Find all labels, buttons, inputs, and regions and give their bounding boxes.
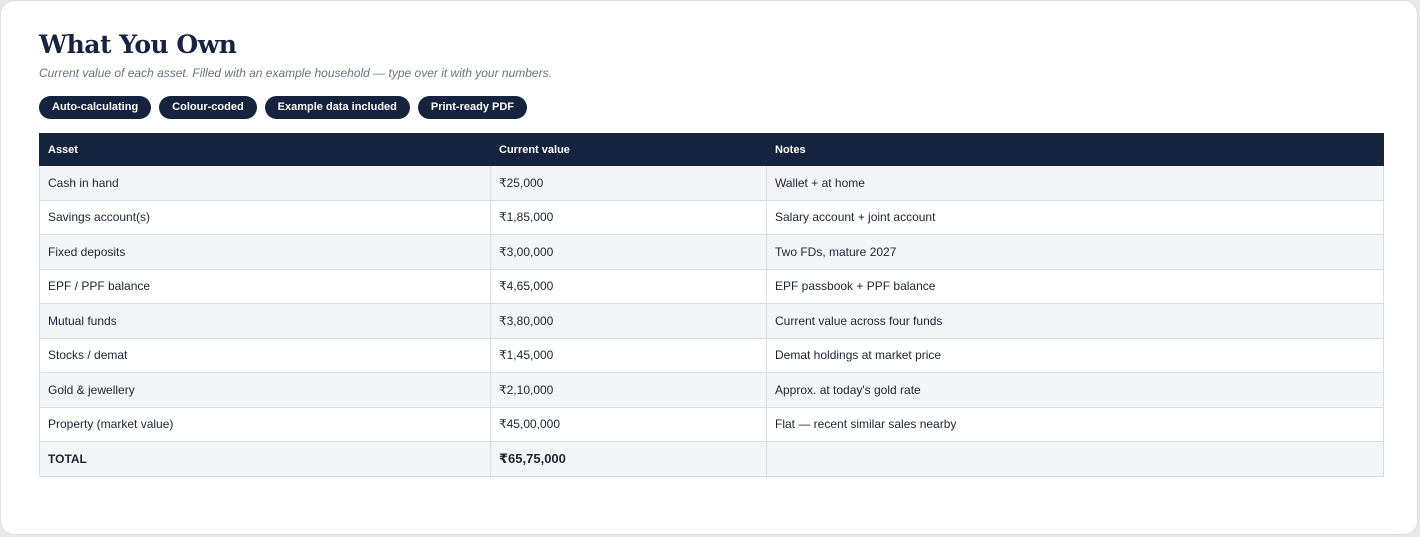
value-cell[interactable]: ₹2,10,000 [490,372,767,408]
badge-example-data: Example data included [264,96,410,119]
notes-cell[interactable]: EPF passbook + PPF balance [766,268,1384,304]
table-row: Cash in hand ₹25,000 Wallet + at home [39,165,1384,201]
notes-cell[interactable]: Two FDs, mature 2027 [766,234,1384,270]
asset-cell[interactable]: Fixed deposits [39,234,491,270]
table-row: EPF / PPF balance ₹4,65,000 EPF passbook… [39,268,1384,304]
header-row: Asset Current value Notes [39,133,1384,166]
asset-cell[interactable]: Savings account(s) [39,199,491,235]
notes-cell[interactable]: Wallet + at home [766,165,1384,201]
value-cell[interactable]: ₹4,65,000 [490,268,767,304]
value-cell[interactable]: ₹3,80,000 [490,303,767,339]
total-row: TOTAL ₹65,75,000 [39,441,1384,477]
total-label: TOTAL [39,441,491,477]
notes-cell[interactable]: Demat holdings at market price [766,337,1384,373]
table-header: Asset Current value Notes [39,133,1384,166]
table-row: Fixed deposits ₹3,00,000 Two FDs, mature… [39,234,1384,270]
value-cell[interactable]: ₹1,45,000 [490,337,767,373]
notes-cell[interactable]: Salary account + joint account [766,199,1384,235]
assets-table: Asset Current value Notes Cash in hand ₹… [39,133,1384,477]
table-body: Cash in hand ₹25,000 Wallet + at home Sa… [39,165,1384,442]
page-subtitle: Current value of each asset. Filled with… [39,66,552,80]
asset-cell[interactable]: Mutual funds [39,303,491,339]
asset-cell[interactable]: Gold & jewellery [39,372,491,408]
table-footer: TOTAL ₹65,75,000 [39,441,1384,477]
table-row: Gold & jewellery ₹2,10,000 Approx. at to… [39,372,1384,408]
table-row: Mutual funds ₹3,80,000 Current value acr… [39,303,1384,339]
asset-cell[interactable]: Stocks / demat [39,337,491,373]
badge-print-ready: Print-ready PDF [417,96,528,119]
table-row: Savings account(s) ₹1,85,000 Salary acco… [39,199,1384,235]
value-cell[interactable]: ₹45,00,000 [490,406,767,442]
notes-cell[interactable]: Current value across four funds [766,303,1384,339]
page-title: What You Own [39,30,237,59]
asset-cell[interactable]: Cash in hand [39,165,491,201]
asset-cell[interactable]: Property (market value) [39,406,491,442]
value-cell[interactable]: ₹3,00,000 [490,234,767,270]
total-notes [766,441,1384,477]
badge-auto-calculating: Auto-calculating [39,96,152,119]
notes-cell[interactable]: Flat — recent similar sales nearby [766,406,1384,442]
column-header-current-value: Current value [490,133,767,166]
table-row: Property (market value) ₹45,00,000 Flat … [39,406,1384,442]
table-row: Stocks / demat ₹1,45,000 Demat holdings … [39,337,1384,373]
value-cell[interactable]: ₹25,000 [490,165,767,201]
asset-cell[interactable]: EPF / PPF balance [39,268,491,304]
column-header-notes: Notes [766,133,1384,166]
column-header-asset: Asset [39,133,491,166]
value-cell[interactable]: ₹1,85,000 [490,199,767,235]
notes-cell[interactable]: Approx. at today's gold rate [766,372,1384,408]
total-value: ₹65,75,000 [490,441,767,477]
badge-colour-coded: Colour-coded [159,96,257,119]
feature-badges: Auto-calculating Colour-coded Example da… [39,96,528,119]
assets-card: What You Own Current value of each asset… [0,0,1418,535]
